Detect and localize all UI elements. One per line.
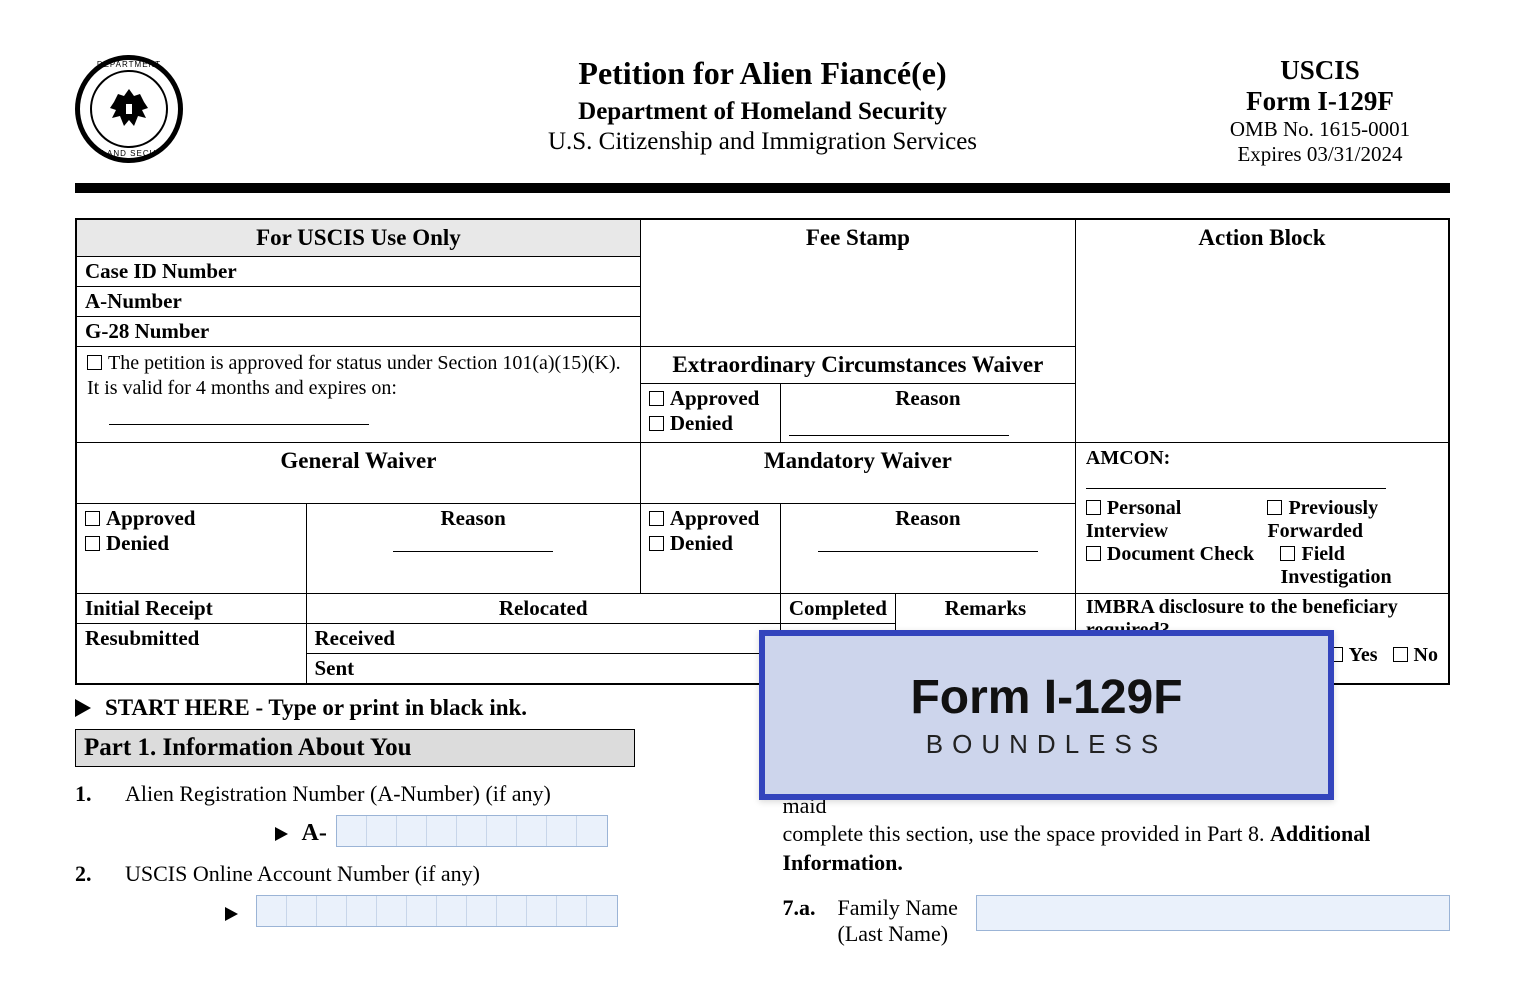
action-block-header: Action Block [1075,219,1449,443]
form-page: DEPARTMENT LAND SECU Petition for Alien … [75,55,1450,947]
triangle-icon [75,699,91,717]
q1-number: 1. [75,781,125,847]
fi-checkbox[interactable] [1280,546,1295,561]
resubmitted: Resubmitted [76,624,306,685]
q7a-label: Family Name [838,895,968,921]
mw-denied-checkbox[interactable] [649,536,664,551]
ecw-reason-line[interactable] [789,418,1009,436]
petition-approved-cell: The petition is approved for status unde… [76,347,640,443]
completed: Completed [780,594,895,624]
petition-text: The petition is approved for status unde… [87,352,621,399]
fee-stamp-header: Fee Stamp [640,219,1075,347]
case-id-label: Case ID Number [76,257,640,287]
start-here-text: START HERE - Type or print in black ink. [105,695,527,720]
gw-header: General Waiver [76,443,640,504]
mw-approved-label: Approved [670,506,759,530]
pf-label: Previously Forwarded [1267,497,1378,542]
mw-header: Mandatory Waiver [640,443,1075,504]
mw-status: Approved Denied [640,503,780,593]
family-name-input[interactable] [976,895,1451,931]
ecw-denied-label: Denied [670,411,733,435]
gw-reason-line[interactable] [393,534,553,552]
mw-approved-checkbox[interactable] [649,511,664,526]
part1-title: Part 1. Information About You [84,734,412,761]
g28-label: G-28 Number [76,317,640,347]
form-header: DEPARTMENT LAND SECU Petition for Alien … [75,55,1450,173]
q7a-sublabel: (Last Name) [838,921,968,947]
left-column: Part 1. Information About You 1. Alien R… [75,729,743,947]
question-7a: 7.a. Family Name (Last Name) [783,895,1451,947]
mw-reason-cell: Reason [780,503,1075,593]
uscis-account-input[interactable] [256,895,618,927]
amcon-cell: AMCON: Personal Interview Previously For… [1075,443,1449,594]
complete-text: complete this section, use the space pro… [783,821,1265,846]
a-prefix: A- [302,820,327,846]
q7a-label-group: Family Name (Last Name) [838,895,968,947]
triangle-icon [275,827,288,841]
overlay-subtitle: BOUNDLESS [926,729,1167,760]
gw-denied-checkbox[interactable] [85,536,100,551]
petition-checkbox[interactable] [87,355,102,370]
dc-label: Document Check [1107,543,1254,565]
for-uscis-header: For USCIS Use Only [76,219,640,257]
q1-label: Alien Registration Number (A-Number) (if… [125,781,608,807]
uscis-use-table: For USCIS Use Only Fee Stamp Action Bloc… [75,218,1450,685]
form-number: Form I-129F [1190,86,1450,117]
ecw-header: Extraordinary Circumstances Waiver [640,347,1075,384]
mw-reason-label: Reason [895,506,960,530]
mw-denied-label: Denied [670,531,733,555]
petition-expiry-line[interactable] [109,407,369,425]
received: Received [306,624,780,654]
gw-approved-label: Approved [106,506,195,530]
header-right: USCIS Form I-129F OMB No. 1615-0001 Expi… [1190,55,1450,167]
pi-checkbox[interactable] [1086,500,1101,515]
ecw-denied-checkbox[interactable] [649,416,664,431]
uscis-label: USCIS [1190,55,1450,86]
imbra-no-checkbox[interactable] [1393,647,1408,662]
question-2: 2. USCIS Online Account Number (if any) [75,861,743,927]
gw-approved-checkbox[interactable] [85,511,100,526]
omb-number: OMB No. 1615-0001 [1190,117,1450,142]
expires: Expires 03/31/2024 [1190,142,1450,167]
question-1: 1. Alien Registration Number (A-Number) … [75,781,743,847]
ecw-approved-label: Approved [670,386,759,410]
a-number-input[interactable] [336,815,608,847]
dc-checkbox[interactable] [1086,546,1101,561]
gw-reason-cell: Reason [306,503,640,593]
amcon-line[interactable] [1086,471,1386,489]
header-divider [75,183,1450,193]
sent: Sent [306,654,780,685]
mw-reason-line[interactable] [818,534,1038,552]
a-number-label: A-Number [76,287,640,317]
triangle-icon [225,907,238,921]
q2-body: USCIS Online Account Number (if any) [125,861,618,927]
q2-label: USCIS Online Account Number (if any) [125,861,618,887]
relocated: Relocated [306,594,780,624]
ecw-status: Approved Denied [640,384,780,443]
imbra-no: No [1414,644,1438,666]
q7a-number: 7.a. [783,895,838,921]
ecw-approved-checkbox[interactable] [649,391,664,406]
initial-receipt: Initial Receipt [76,594,306,624]
boundless-overlay: Form I-129F BOUNDLESS [759,630,1334,800]
q1-body: Alien Registration Number (A-Number) (if… [125,781,608,847]
imbra-yes: Yes [1349,644,1378,666]
gw-status: Approved Denied [76,503,306,593]
overlay-title: Form I-129F [910,670,1182,725]
q2-number: 2. [75,861,125,927]
amcon-label: AMCON: [1086,447,1170,469]
part1-header: Part 1. Information About You [75,729,635,767]
pf-checkbox[interactable] [1267,500,1282,515]
ecw-reason-label: Reason [780,384,1075,414]
gw-denied-label: Denied [106,531,169,555]
fi-label: Field Investigation [1280,543,1391,588]
gw-reason-label: Reason [441,506,506,530]
